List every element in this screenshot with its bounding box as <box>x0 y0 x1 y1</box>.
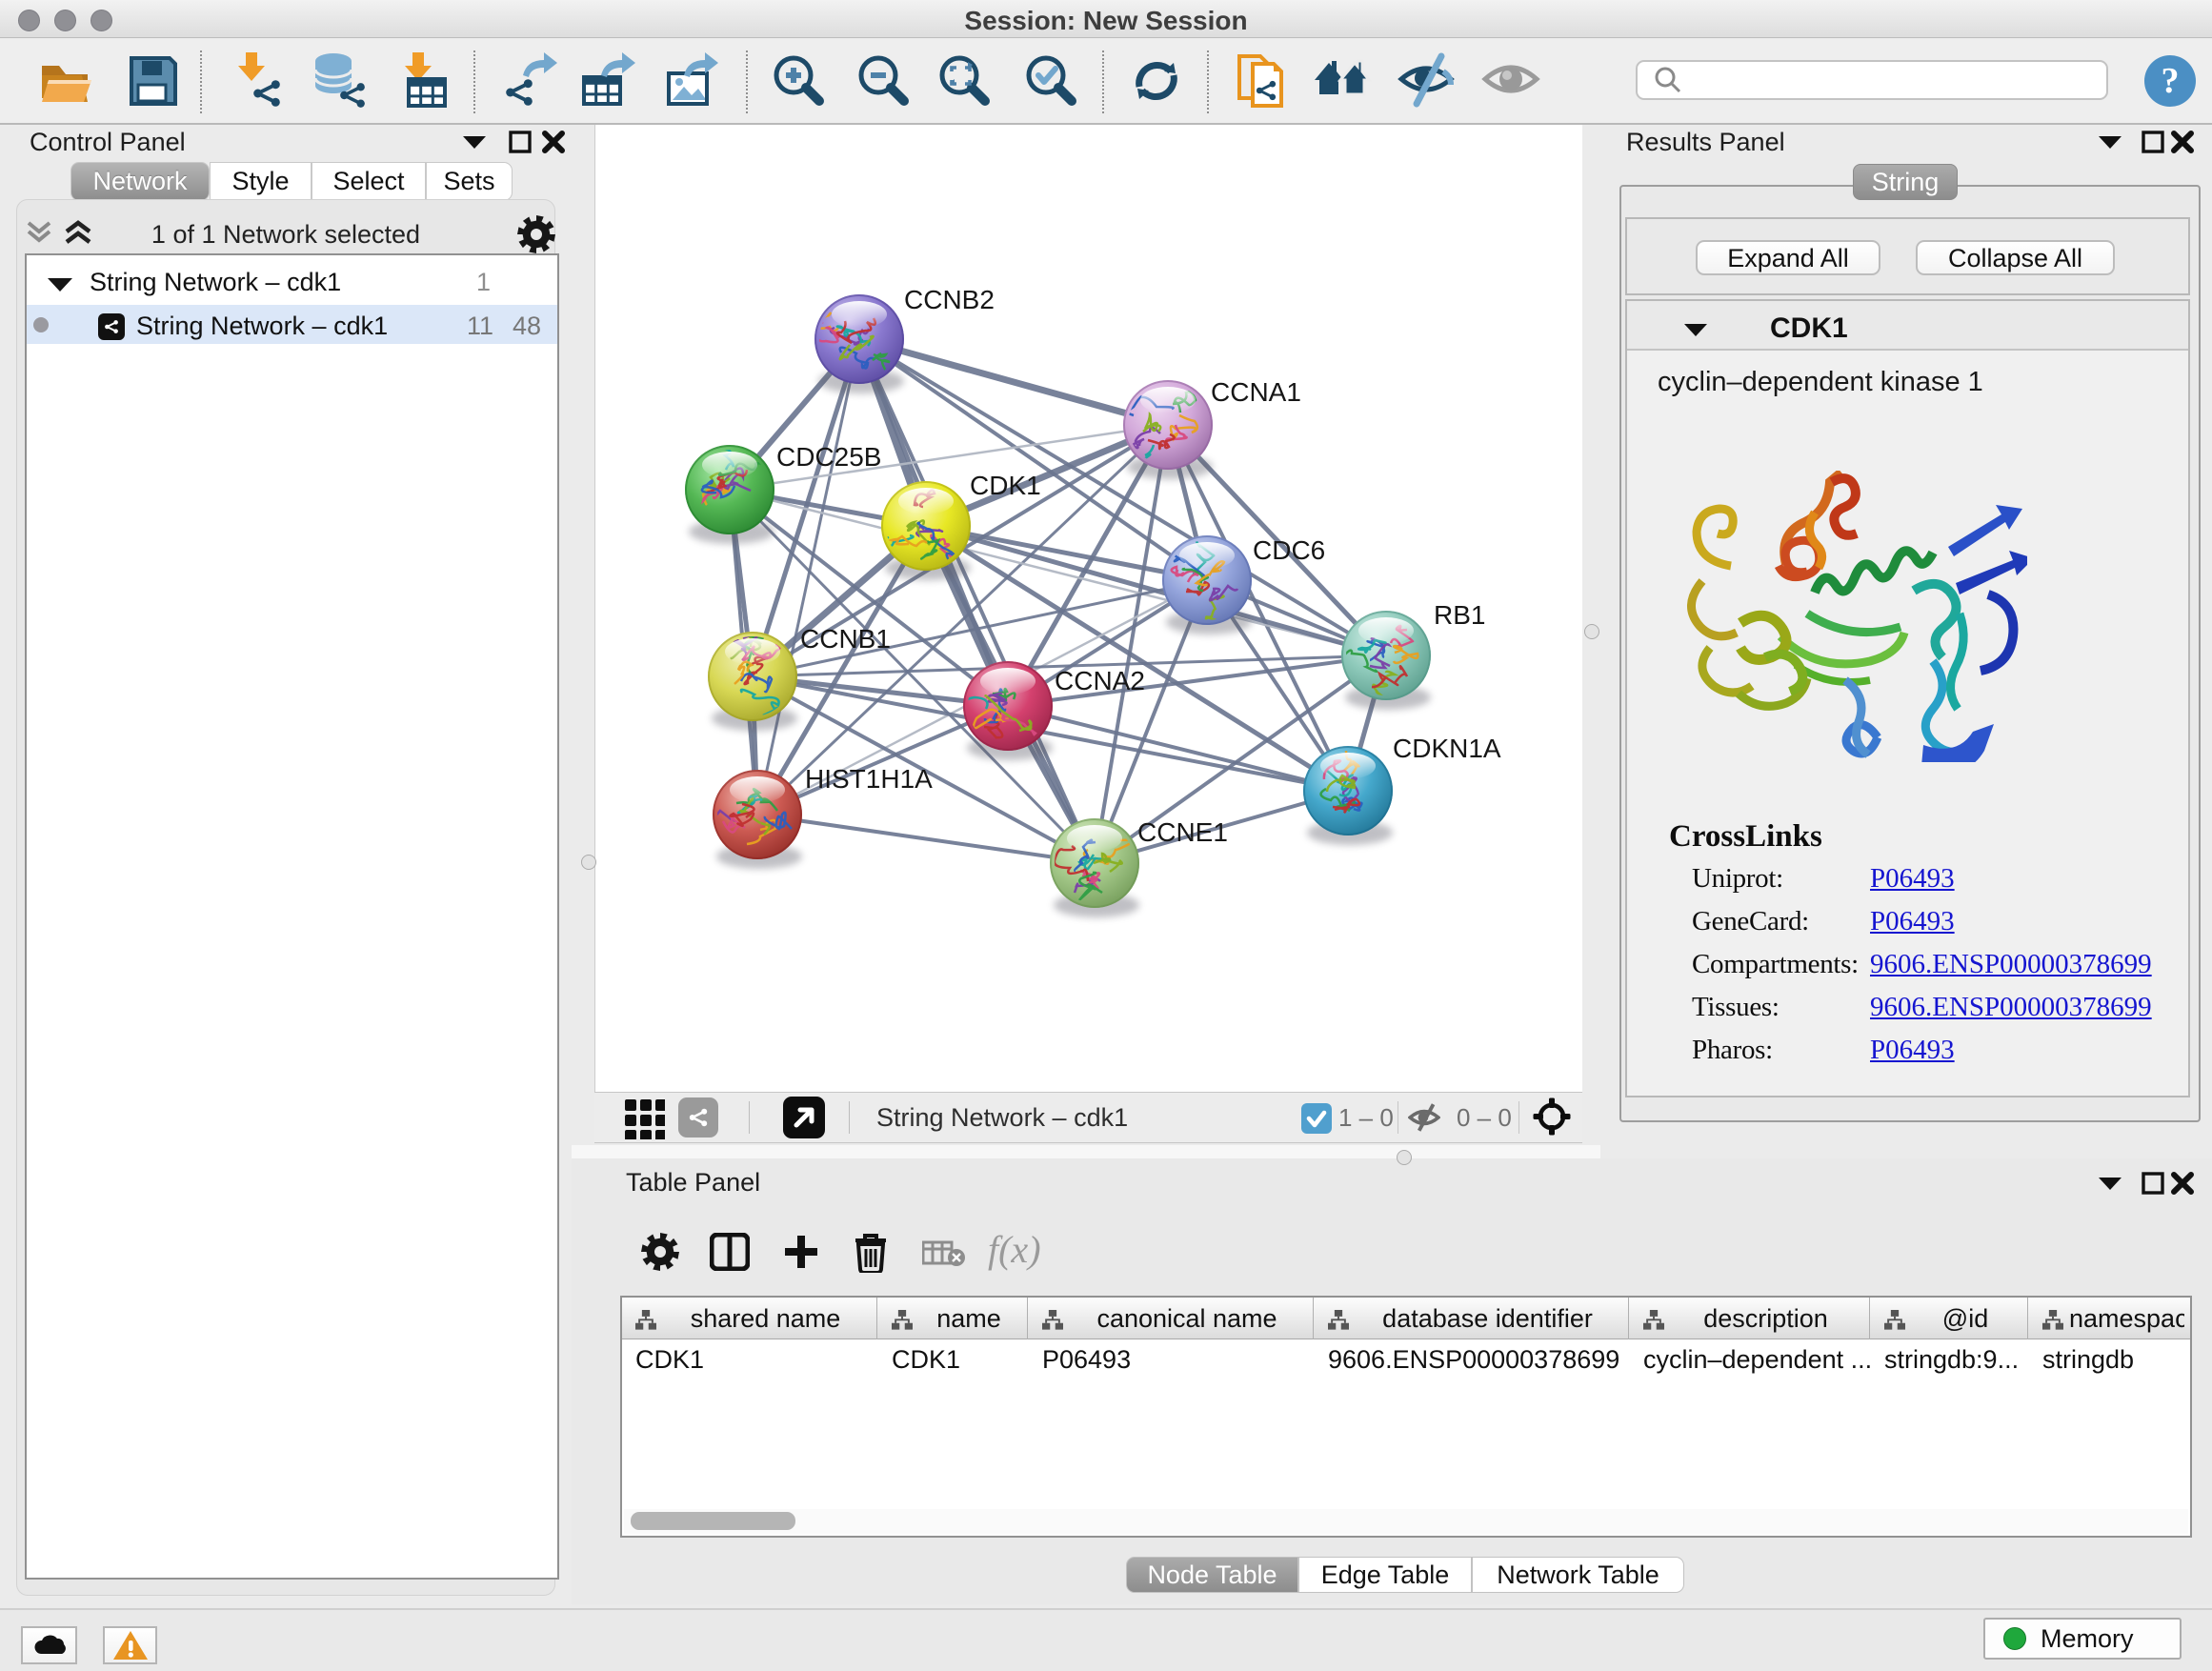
svg-text:CCNB1: CCNB1 <box>800 624 891 654</box>
svg-text:CDC6: CDC6 <box>1253 535 1325 565</box>
svg-text:HIST1H1A: HIST1H1A <box>805 764 933 794</box>
svg-text:CCNA2: CCNA2 <box>1055 666 1145 695</box>
svg-text:CDK1: CDK1 <box>970 471 1041 500</box>
svg-text:?: ? <box>2162 61 2180 101</box>
svg-text:CCNE1: CCNE1 <box>1137 817 1228 847</box>
svg-text:CDKN1A: CDKN1A <box>1393 734 1501 763</box>
svg-text:CDC25B: CDC25B <box>776 442 881 472</box>
svg-text:CCNB2: CCNB2 <box>904 285 995 314</box>
svg-text:RB1: RB1 <box>1434 600 1485 630</box>
svg-text:CCNA1: CCNA1 <box>1211 377 1301 407</box>
